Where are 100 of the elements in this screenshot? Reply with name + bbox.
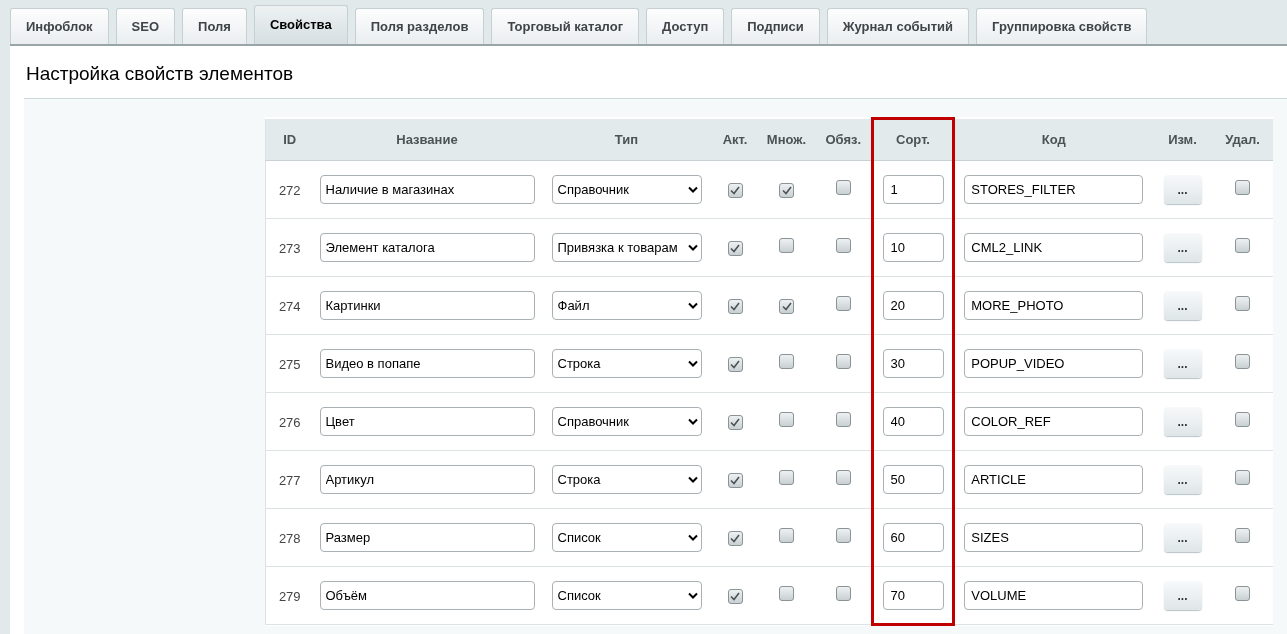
checkbox[interactable] xyxy=(779,527,794,543)
tab[interactable]: Журнал событий xyxy=(826,8,970,44)
checkbox[interactable] xyxy=(835,411,851,427)
chevron-down-icon xyxy=(687,534,698,541)
checkbox[interactable] xyxy=(727,298,743,314)
edit-button[interactable]: ... xyxy=(1163,233,1202,262)
edit-button[interactable]: ... xyxy=(1163,523,1202,552)
edit-button[interactable]: ... xyxy=(1163,407,1202,436)
checkbox[interactable] xyxy=(1235,353,1250,369)
type-select[interactable]: Список xyxy=(551,581,702,610)
type-select[interactable]: Справочник xyxy=(551,407,702,436)
tab[interactable]: SEO xyxy=(115,8,176,44)
tab[interactable]: Доступ xyxy=(646,8,725,44)
column-header: Тип xyxy=(540,118,713,161)
type-select[interactable]: Привязка к товарам xyxy=(551,233,702,262)
name-field[interactable]: Картинки xyxy=(319,291,535,320)
name-field[interactable]: Объём xyxy=(319,581,535,610)
tab[interactable]: Группировка свойств xyxy=(976,8,1148,44)
edit-button[interactable]: ... xyxy=(1163,291,1202,320)
checkbox[interactable] xyxy=(1235,527,1250,543)
type-select[interactable]: Строка xyxy=(551,349,702,378)
column-header: Акт. xyxy=(712,118,758,161)
checkbox[interactable] xyxy=(727,240,743,256)
checkbox[interactable] xyxy=(835,295,851,311)
tab[interactable]: Поля xyxy=(182,8,247,44)
code-field[interactable]: COLOR_REF xyxy=(964,407,1144,436)
checkbox[interactable] xyxy=(1235,237,1250,253)
id-text: 273 xyxy=(278,240,301,256)
checkmark-icon xyxy=(730,185,740,195)
checkbox[interactable] xyxy=(1235,469,1250,485)
checkbox[interactable] xyxy=(1235,295,1250,311)
checkbox[interactable] xyxy=(1235,585,1250,601)
code-field[interactable]: VOLUME xyxy=(964,581,1144,610)
checkmark-icon xyxy=(730,475,740,485)
sort-field[interactable]: 70 xyxy=(882,580,944,610)
sort-field[interactable]: 40 xyxy=(882,407,944,436)
name-field[interactable]: Цвет xyxy=(319,407,535,436)
section-title: Настройка свойств элементов xyxy=(25,62,295,86)
edit-button[interactable]: ... xyxy=(1163,465,1202,494)
sort-field[interactable]: 20 xyxy=(882,291,944,320)
code-field[interactable]: POPUP_VIDEO xyxy=(964,349,1144,378)
checkbox[interactable] xyxy=(1235,411,1250,427)
name-field[interactable]: Элемент каталога xyxy=(319,233,535,262)
type-select[interactable]: Строка xyxy=(551,465,702,494)
tab[interactable]: Подписи xyxy=(731,8,820,44)
type-select[interactable]: Список xyxy=(551,523,702,552)
checkmark-icon xyxy=(730,591,740,601)
column-header: Обяз. xyxy=(815,118,873,161)
column-header: Сорт. xyxy=(872,118,954,161)
edit-button[interactable]: ... xyxy=(1163,175,1202,204)
sort-field[interactable]: 10 xyxy=(882,233,944,262)
type-select[interactable]: Справочник xyxy=(551,175,702,204)
column-header: Изм. xyxy=(1152,118,1213,161)
checkbox[interactable] xyxy=(835,179,851,195)
checkbox[interactable] xyxy=(727,530,743,546)
chevron-down-icon xyxy=(687,418,698,425)
checkmark-icon xyxy=(781,185,792,195)
checkbox[interactable] xyxy=(835,353,851,369)
checkbox[interactable] xyxy=(727,182,743,198)
id-text: 275 xyxy=(278,356,301,372)
sort-field[interactable]: 30 xyxy=(882,349,944,378)
checkbox[interactable] xyxy=(779,353,794,369)
checkbox[interactable] xyxy=(779,298,794,314)
sort-field[interactable]: 50 xyxy=(882,465,944,494)
chevron-down-icon xyxy=(687,302,698,309)
checkbox[interactable] xyxy=(727,588,743,604)
tab[interactable]: Торговый каталог xyxy=(491,8,640,44)
checkbox[interactable] xyxy=(727,414,743,430)
code-field[interactable]: SIZES xyxy=(964,523,1144,552)
name-field[interactable]: Наличие в магазинах xyxy=(319,175,535,204)
tab[interactable]: Свойства xyxy=(253,5,348,44)
tab[interactable]: Инфоблок xyxy=(10,8,109,44)
checkbox[interactable] xyxy=(835,527,851,543)
name-field[interactable]: Артикул xyxy=(319,465,535,494)
checkbox[interactable] xyxy=(835,237,851,253)
checkmark-icon xyxy=(730,301,740,311)
edit-button[interactable]: ... xyxy=(1163,349,1202,378)
name-field[interactable]: Размер xyxy=(319,523,535,552)
checkbox[interactable] xyxy=(779,182,794,198)
checkbox[interactable] xyxy=(835,469,851,485)
sort-field[interactable]: 1 xyxy=(882,175,944,204)
checkbox[interactable] xyxy=(1235,179,1250,195)
checkbox[interactable] xyxy=(779,411,794,427)
checkbox[interactable] xyxy=(779,469,794,485)
chevron-down-icon xyxy=(687,244,698,251)
checkbox[interactable] xyxy=(727,356,743,372)
code-field[interactable]: CML2_LINK xyxy=(964,233,1144,262)
type-select[interactable]: Файл xyxy=(551,291,702,320)
name-field[interactable]: Видео в попапе xyxy=(319,349,535,378)
code-field[interactable]: ARTICLE xyxy=(964,465,1144,494)
id-text: 279 xyxy=(278,588,301,604)
checkbox[interactable] xyxy=(727,472,743,488)
edit-button[interactable]: ... xyxy=(1163,581,1202,610)
checkbox[interactable] xyxy=(779,237,794,253)
code-field[interactable]: STORES_FILTER xyxy=(964,175,1144,204)
checkbox[interactable] xyxy=(835,585,851,601)
checkbox[interactable] xyxy=(779,585,794,601)
code-field[interactable]: MORE_PHOTO xyxy=(964,291,1144,320)
tab[interactable]: Поля разделов xyxy=(354,8,485,44)
sort-field[interactable]: 60 xyxy=(882,523,944,552)
